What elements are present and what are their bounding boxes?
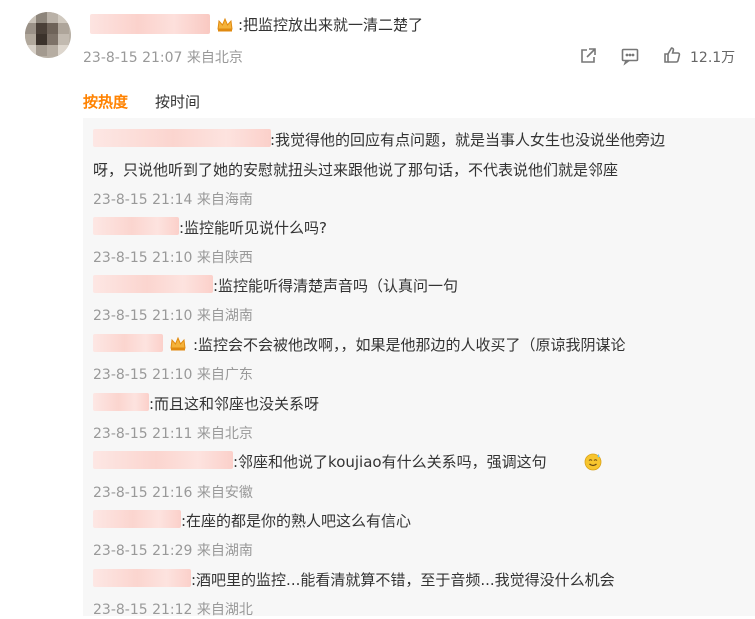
reply-meta: 23-8-15 21:11 来自北京 — [93, 426, 253, 442]
comment-meta: 23-8-15 21:07 来自北京 — [83, 50, 243, 66]
reply-username-redacted[interactable] — [93, 510, 181, 528]
tab-by-hot[interactable]: 按热度 — [83, 91, 128, 112]
reply-text: :酒吧里的监控...能看清就算不错，至于音频...我觉得没什么机会 — [191, 571, 615, 589]
reply-text: :监控能听得清楚声音吗（认真问一句 — [213, 277, 459, 295]
replies-panel: :我觉得他的回应有点问题，就是当事人女生也没说坐他旁边 呀，只说他听到了她的安慰… — [83, 118, 755, 618]
reply-username-redacted[interactable] — [93, 217, 179, 235]
tab-by-time[interactable]: 按时间 — [155, 91, 200, 112]
crown-icon — [216, 17, 234, 33]
reply-username-redacted[interactable] — [93, 275, 213, 293]
reply-meta: 23-8-15 21:16 来自安徽 — [93, 485, 253, 501]
like-icon[interactable] — [662, 45, 682, 65]
reply-text: :监控会不会被他改啊，，如果是他那边的人收买了（原谅我阴谋论 — [193, 336, 626, 354]
reply-text: :邻座和他说了koujiao有什么关系吗，强调这句 — [233, 453, 547, 471]
reply-meta: 23-8-15 21:12 来自湖北 — [93, 602, 253, 618]
reply-username-redacted[interactable] — [93, 393, 149, 411]
reply-text: :在座的都是你的熟人吧这么有信心 — [181, 512, 412, 530]
reply-username-redacted[interactable] — [93, 129, 271, 147]
avatar[interactable] — [25, 12, 71, 58]
reply-username-redacted[interactable] — [93, 451, 233, 469]
reply-username-redacted[interactable] — [93, 569, 191, 587]
weibo-comment: :把监控放出来就一清二楚了 23-8-15 21:07 来自北京 12.1万 — [0, 0, 755, 90]
reply-meta: 23-8-15 21:10 来自陕西 — [93, 250, 253, 266]
reply-text: 呀，只说他听到了她的安慰就扭头过来跟他说了那句话，不代表说他们就是邻座 — [93, 161, 619, 179]
username-redacted[interactable] — [90, 14, 210, 34]
comment-icon[interactable] — [620, 46, 640, 66]
reply-meta: 23-8-15 21:29 来自湖南 — [93, 543, 253, 559]
reply-text: :我觉得他的回应有点问题，就是当事人女生也没说坐他旁边 — [270, 131, 666, 149]
share-icon[interactable] — [578, 46, 598, 66]
reply-meta: 23-8-15 21:10 来自湖南 — [93, 308, 253, 324]
reply-text: :监控能听见说什么吗? — [179, 219, 328, 237]
reply-text: :而且这和邻座也没关系呀 — [149, 395, 320, 413]
crown-icon — [169, 336, 187, 352]
reply-meta: 23-8-15 21:10 来自广东 — [93, 367, 253, 383]
comment-text: :把监控放出来就一清二楚了 — [238, 16, 424, 34]
like-count: 12.1万 — [690, 50, 736, 66]
reply-username-redacted[interactable] — [93, 334, 163, 352]
sweat-smile-emoji-icon — [583, 451, 603, 471]
reply-meta: 23-8-15 21:14 来自海南 — [93, 192, 253, 208]
